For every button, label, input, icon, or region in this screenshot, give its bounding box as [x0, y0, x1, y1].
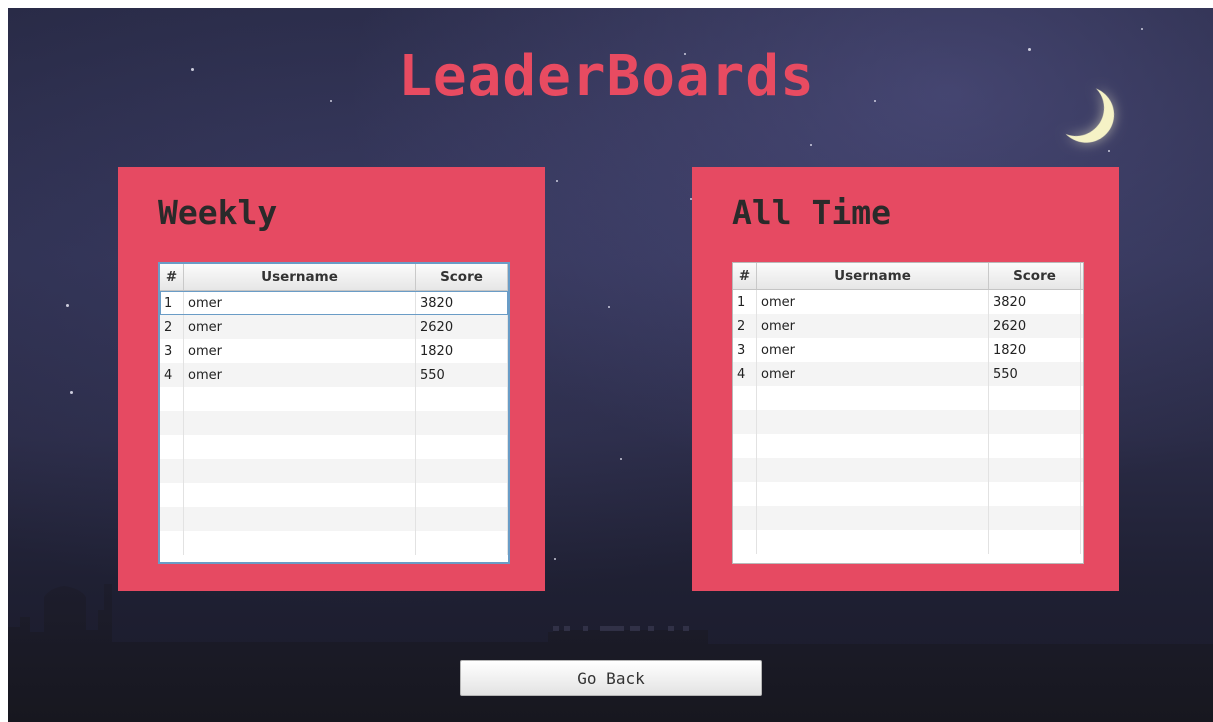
star: [1108, 150, 1110, 152]
score-cell: 3820: [416, 291, 508, 315]
table-row[interactable]: 1 omer 3820: [733, 290, 1083, 314]
username-cell: omer: [757, 290, 989, 314]
empty-row: [733, 410, 1083, 434]
weekly-table[interactable]: # Username Score 1 omer 3820 2 omer 2620…: [158, 262, 510, 564]
rank-cell: 2: [733, 314, 757, 338]
score-cell: 2620: [416, 315, 508, 339]
username-cell: omer: [757, 338, 989, 362]
empty-row: [160, 459, 508, 483]
table-row[interactable]: 2 omer 2620: [160, 315, 508, 339]
table-header: # Username Score: [733, 263, 1083, 290]
score-cell: 1820: [416, 339, 508, 363]
weekly-heading: Weekly: [158, 193, 278, 232]
star: [70, 391, 73, 394]
all-time-heading: All Time: [732, 193, 891, 232]
column-header-rank[interactable]: #: [733, 263, 757, 289]
page-title: LeaderBoards: [398, 44, 815, 109]
username-cell: omer: [184, 291, 416, 315]
all-time-leaderboard-panel: All Time # Username Score 1 omer 3820 2 …: [692, 167, 1119, 591]
rank-cell: 1: [160, 291, 184, 315]
username-cell: omer: [184, 315, 416, 339]
star: [1141, 28, 1143, 30]
empty-row: [733, 434, 1083, 458]
column-header-score[interactable]: Score: [416, 264, 508, 290]
empty-row: [733, 386, 1083, 410]
star: [810, 144, 812, 146]
username-cell: omer: [757, 362, 989, 386]
empty-row: [160, 531, 508, 555]
table-row[interactable]: 4 omer 550: [733, 362, 1083, 386]
table-row[interactable]: 1 omer 3820: [160, 291, 508, 315]
score-cell: 3820: [989, 290, 1081, 314]
empty-row: [733, 530, 1083, 554]
rank-cell: 3: [733, 338, 757, 362]
weekly-leaderboard-panel: Weekly # Username Score 1 omer 3820 2 om…: [118, 167, 545, 591]
column-header-username[interactable]: Username: [184, 264, 416, 290]
empty-row: [160, 507, 508, 531]
star: [608, 306, 610, 308]
score-cell: 550: [416, 363, 508, 387]
empty-row: [160, 387, 508, 411]
column-header-score[interactable]: Score: [989, 263, 1081, 289]
empty-row: [160, 411, 508, 435]
go-back-button[interactable]: Go Back: [460, 660, 762, 696]
rank-cell: 2: [160, 315, 184, 339]
table-row[interactable]: 2 omer 2620: [733, 314, 1083, 338]
username-cell: omer: [184, 363, 416, 387]
table-header: # Username Score: [160, 264, 508, 291]
all-time-table[interactable]: # Username Score 1 omer 3820 2 omer 2620…: [732, 262, 1084, 564]
column-header-username[interactable]: Username: [757, 263, 989, 289]
star: [66, 304, 69, 307]
score-cell: 1820: [989, 338, 1081, 362]
star: [556, 180, 558, 182]
rank-cell: 3: [160, 339, 184, 363]
column-header-rank[interactable]: #: [160, 264, 184, 290]
score-cell: 2620: [989, 314, 1081, 338]
empty-row: [160, 483, 508, 507]
rank-cell: 4: [733, 362, 757, 386]
username-cell: omer: [184, 339, 416, 363]
rank-cell: 4: [160, 363, 184, 387]
empty-row: [733, 458, 1083, 482]
empty-row: [733, 506, 1083, 530]
empty-row: [160, 435, 508, 459]
star: [620, 458, 622, 460]
rank-cell: 1: [733, 290, 757, 314]
table-row[interactable]: 3 omer 1820: [733, 338, 1083, 362]
table-row[interactable]: 4 omer 550: [160, 363, 508, 387]
empty-row: [733, 482, 1083, 506]
table-row[interactable]: 3 omer 1820: [160, 339, 508, 363]
score-cell: 550: [989, 362, 1081, 386]
username-cell: omer: [757, 314, 989, 338]
